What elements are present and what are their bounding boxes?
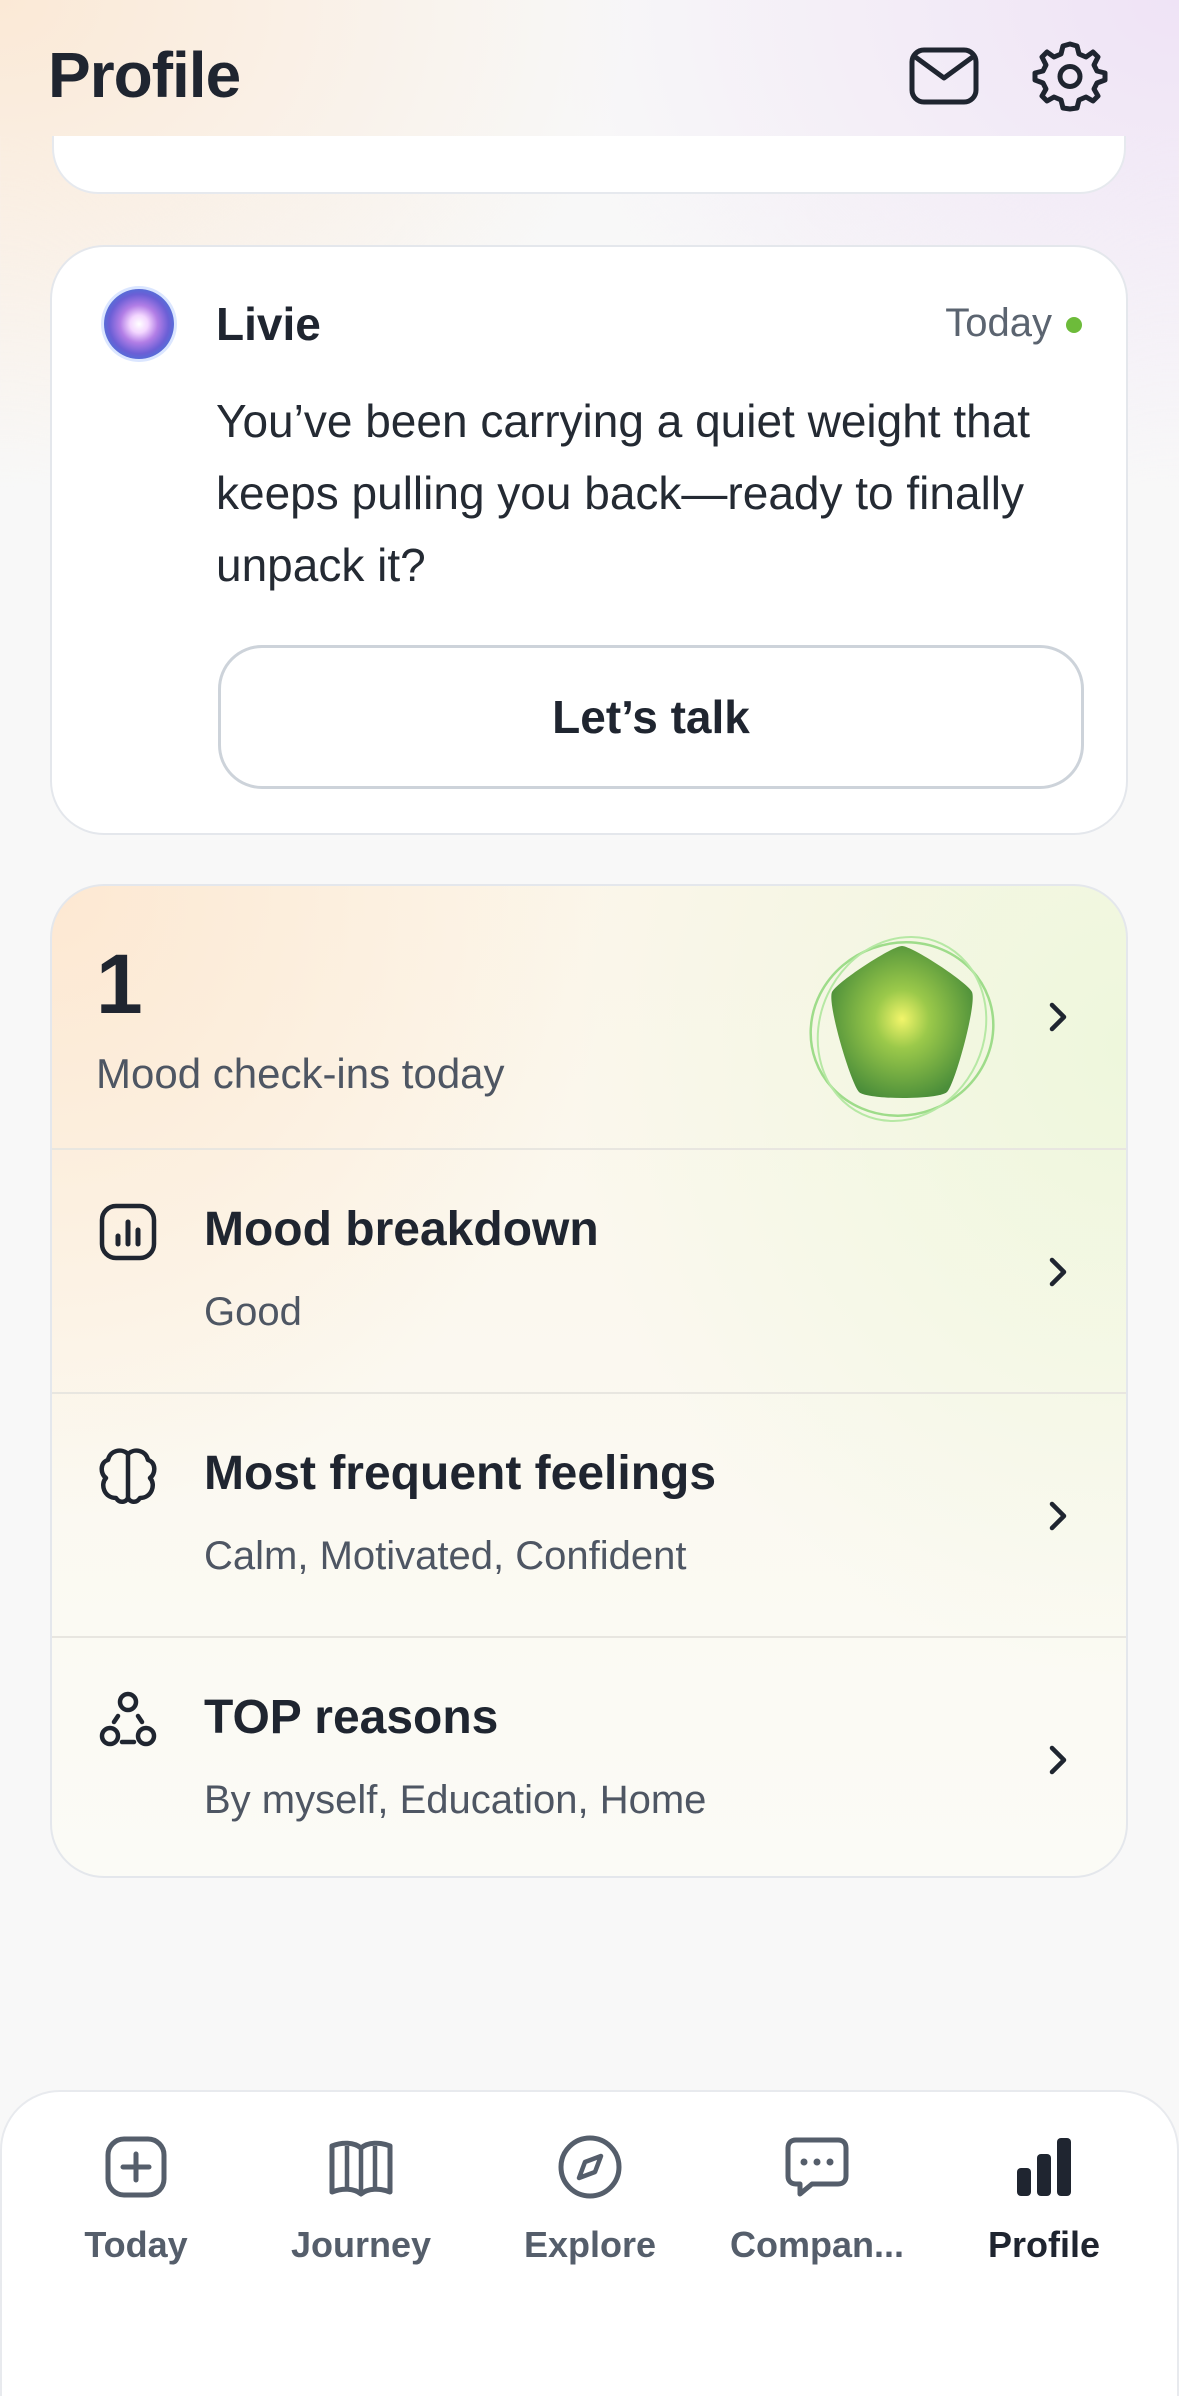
lets-talk-button[interactable]: Let’s talk [218, 645, 1084, 789]
bar-chart-icon [1017, 2138, 1071, 2196]
nav-label: Explore [523, 2224, 657, 2265]
livie-avatar [104, 289, 174, 359]
mood-checkins-row[interactable]: 1 Mood check-ins today [52, 886, 1126, 1148]
brain-icon [99, 1448, 157, 1504]
compass-icon [558, 2135, 622, 2199]
mood-breakdown-row[interactable]: Mood breakdown Good [52, 1148, 1126, 1392]
mood-summary-card: 1 Mood check-ins today Mood breakdown Go… [50, 884, 1128, 1878]
row-subtitle: Calm, Motivated, Confident [204, 1534, 687, 1578]
row-title: Mood breakdown [204, 1203, 599, 1256]
nav-label: Today [84, 2224, 188, 2265]
gear-icon[interactable] [1032, 38, 1108, 114]
nav-item-companion[interactable]: Compan... [707, 2132, 927, 2266]
nav-label: Profile [987, 2224, 1101, 2265]
chevron-right-icon [1049, 1501, 1067, 1531]
row-title: Most frequent feelings [204, 1447, 717, 1500]
row-subtitle: Good [204, 1290, 302, 1334]
nav-label: Journey [290, 2224, 432, 2265]
companion-message-card: Livie Today You’ve been carrying a quiet… [50, 245, 1128, 835]
mail-icon[interactable] [906, 38, 982, 114]
chevron-right-icon [1049, 1257, 1067, 1287]
nav-label: Compan... [729, 2224, 904, 2265]
checkin-count: 1 [96, 937, 143, 1031]
book-icon [329, 2140, 393, 2197]
checkin-count-label: Mood check-ins today [96, 1050, 505, 1097]
companion-message: You’ve been carrying a quiet weight that… [216, 395, 1031, 591]
page-title: Profile [48, 39, 241, 111]
bottom-navigation: Today Journey Explore Compan... Profile [0, 2090, 1179, 2396]
plus-square-icon [105, 2136, 167, 2198]
chat-icon [785, 2137, 849, 2197]
row-title: TOP reasons [204, 1691, 499, 1744]
message-time: Today [945, 301, 1052, 345]
nav-item-journey[interactable]: Journey [251, 2132, 471, 2266]
chevron-right-icon [1049, 1745, 1067, 1775]
companion-name: Livie [216, 298, 321, 350]
nav-item-today[interactable]: Today [26, 2132, 246, 2266]
mood-blob-icon [809, 936, 995, 1122]
row-subtitle: By myself, Education, Home [204, 1778, 707, 1822]
online-status-dot [1066, 317, 1082, 333]
people-icon [99, 1691, 157, 1747]
header: Profile [0, 0, 1179, 150]
frequent-feelings-row[interactable]: Most frequent feelings Calm, Motivated, … [52, 1392, 1126, 1636]
nav-item-profile[interactable]: Profile [934, 2132, 1154, 2266]
nav-item-explore[interactable]: Explore [480, 2132, 700, 2266]
top-reasons-row[interactable]: TOP reasons By myself, Education, Home [52, 1636, 1126, 1876]
chevron-right-icon [1049, 1002, 1067, 1032]
chart-icon [99, 1203, 157, 1261]
